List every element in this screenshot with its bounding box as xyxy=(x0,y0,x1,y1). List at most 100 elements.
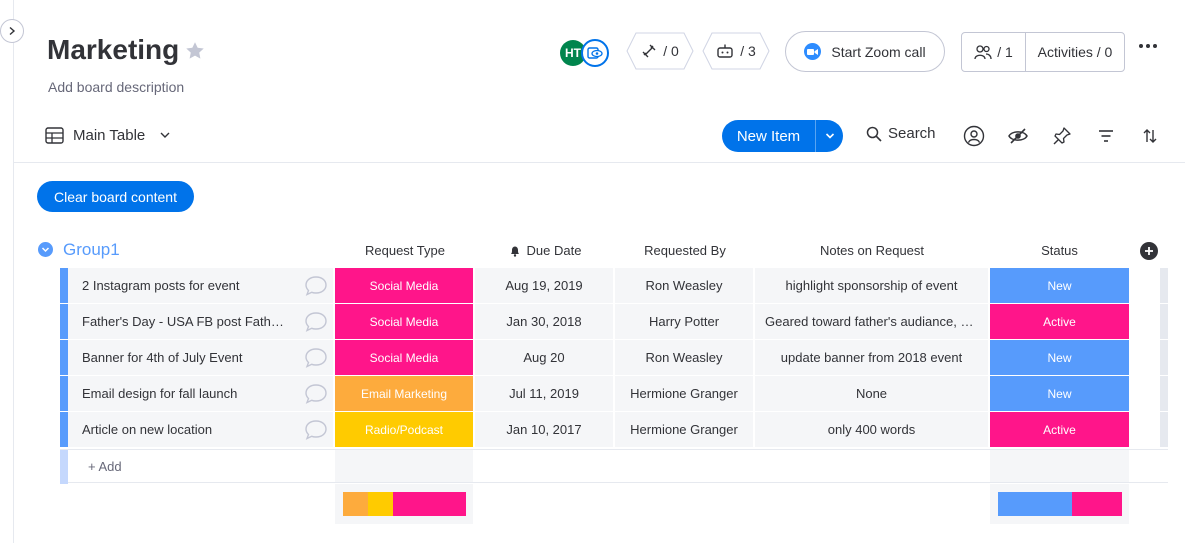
activities-button[interactable]: Activities / 0 xyxy=(1026,44,1124,60)
status-label[interactable]: Active xyxy=(990,412,1129,447)
table-row[interactable]: Banner for 4th of July Event Social Medi… xyxy=(60,340,1168,375)
board-description[interactable]: Add board description xyxy=(48,79,184,95)
chat-bubble-icon[interactable] xyxy=(304,347,328,369)
sort-icon[interactable] xyxy=(1139,125,1161,147)
due-date-cell[interactable]: Aug 19, 2019 xyxy=(475,268,613,303)
eye-icon xyxy=(587,47,603,59)
item-name-cell[interactable]: Email design for fall launch xyxy=(68,376,333,411)
summary-segment xyxy=(368,492,393,516)
table-icon xyxy=(45,126,64,144)
notes-cell[interactable]: None xyxy=(755,376,988,411)
automations-button[interactable]: / 3 xyxy=(702,32,770,70)
integrations-count: / 0 xyxy=(663,43,679,59)
group-collapse-toggle[interactable] xyxy=(38,242,53,257)
notes-cell[interactable]: highlight sponsorship of event xyxy=(755,268,988,303)
requested-by-cell[interactable]: Ron Weasley xyxy=(615,268,753,303)
filter-icon[interactable] xyxy=(1095,125,1117,147)
item-name: Email design for fall launch xyxy=(82,386,238,401)
table-row[interactable]: Email design for fall launch Email Marke… xyxy=(60,376,1168,411)
row-end-cap xyxy=(1160,340,1168,375)
item-name-cell[interactable]: 2 Instagram posts for event xyxy=(68,268,333,303)
column-header-notes[interactable]: Notes on Request xyxy=(756,243,988,258)
request-type-label[interactable]: Email Marketing xyxy=(335,376,473,411)
status-label[interactable]: New xyxy=(990,376,1129,411)
status-label[interactable]: New xyxy=(990,340,1129,375)
due-date-cell[interactable]: Jul 11, 2019 xyxy=(475,376,613,411)
person-filter-icon[interactable] xyxy=(963,125,985,147)
table-row[interactable]: 2 Instagram posts for event Social Media… xyxy=(60,268,1168,303)
due-date-cell[interactable]: Aug 20 xyxy=(475,340,613,375)
request-type-label[interactable]: Social Media xyxy=(335,268,473,303)
add-row-shade xyxy=(990,450,1129,482)
new-item-label: New Item xyxy=(736,127,801,145)
hide-columns-eye-icon[interactable] xyxy=(1007,125,1029,147)
bell-icon xyxy=(510,246,519,257)
requested-by-cell[interactable]: Harry Potter xyxy=(615,304,753,339)
requested-by-cell[interactable]: Ron Weasley xyxy=(615,340,753,375)
chat-bubble-icon[interactable] xyxy=(304,383,328,405)
members-button[interactable]: / 1 xyxy=(962,33,1026,71)
column-header-due-date[interactable]: Due Date xyxy=(476,243,614,258)
favorite-star-icon[interactable] xyxy=(184,40,206,67)
group-color-bar xyxy=(60,412,68,447)
new-item-dropdown[interactable] xyxy=(815,120,843,152)
item-name: Banner for 4th of July Event xyxy=(82,350,243,365)
clear-board-content-button[interactable]: Clear board content xyxy=(37,181,194,212)
view-selector[interactable]: Main Table xyxy=(45,123,172,147)
integrations-button[interactable]: / 0 xyxy=(626,32,694,70)
request-type-label[interactable]: Radio/Podcast xyxy=(335,412,473,447)
requested-by-cell[interactable]: Hermione Granger xyxy=(615,412,753,447)
column-header-status[interactable]: Status xyxy=(990,243,1129,258)
item-name-cell[interactable]: Father's Day - USA FB post Father's Day xyxy=(68,304,333,339)
chevron-right-icon xyxy=(9,26,16,36)
search-label: Search xyxy=(888,125,936,142)
item-name-cell[interactable]: Banner for 4th of July Event xyxy=(68,340,333,375)
table-row[interactable]: Article on new location Radio/Podcast Ja… xyxy=(60,412,1168,447)
board-title[interactable]: Marketing xyxy=(47,34,179,66)
request-type-summary-bar[interactable] xyxy=(343,492,466,516)
integrations-plug-icon xyxy=(642,44,656,58)
chevron-down-icon xyxy=(825,133,834,139)
due-date-label: Due Date xyxy=(526,243,582,258)
summary-segment xyxy=(343,492,368,516)
row-end-cap xyxy=(1160,304,1168,339)
column-header-requested-by[interactable]: Requested By xyxy=(616,243,754,258)
robot-icon xyxy=(717,44,733,58)
due-date-cell[interactable]: Jan 30, 2018 xyxy=(475,304,613,339)
requested-by-cell[interactable]: Hermione Granger xyxy=(615,376,753,411)
notes-cell[interactable]: update banner from 2018 event xyxy=(755,340,988,375)
new-item-button[interactable]: New Item xyxy=(722,120,843,152)
add-item-row[interactable]: + Add xyxy=(60,449,1168,484)
add-column-button[interactable] xyxy=(1140,242,1158,260)
due-date-cell[interactable]: Jan 10, 2017 xyxy=(475,412,613,447)
request-type-label[interactable]: Social Media xyxy=(335,340,473,375)
column-header-request-type[interactable]: Request Type xyxy=(336,243,474,258)
request-type-label[interactable]: Social Media xyxy=(335,304,473,339)
chevron-down-icon xyxy=(41,247,50,253)
group-color-bar xyxy=(60,268,68,303)
subscriber-eye-avatar[interactable] xyxy=(581,39,609,67)
table-row[interactable]: Father's Day - USA FB post Father's Day … xyxy=(60,304,1168,339)
chat-bubble-icon[interactable] xyxy=(304,419,328,441)
row-end-cap xyxy=(1160,268,1168,303)
notes-text: only 400 words xyxy=(827,422,916,437)
notes-cell[interactable]: Geared toward father's audiance, use xyxy=(755,304,988,339)
status-label[interactable]: New xyxy=(990,268,1129,303)
group-color-bar xyxy=(60,340,68,375)
status-summary-bar[interactable] xyxy=(998,492,1122,516)
more-options-icon[interactable] xyxy=(1139,44,1157,48)
members-icon xyxy=(974,45,992,60)
item-name: Article on new location xyxy=(82,422,213,437)
search-icon xyxy=(866,126,882,142)
status-label[interactable]: Active xyxy=(990,304,1129,339)
row-end-cap xyxy=(1160,376,1168,411)
expand-sidebar-button[interactable] xyxy=(0,19,24,43)
pin-icon[interactable] xyxy=(1051,125,1073,147)
search-button[interactable]: Search xyxy=(866,125,936,142)
group-title[interactable]: Group1 xyxy=(63,240,120,260)
start-zoom-call-button[interactable]: Start Zoom call xyxy=(785,31,945,72)
item-name-cell[interactable]: Article on new location xyxy=(68,412,333,447)
chat-bubble-icon[interactable] xyxy=(304,275,328,297)
notes-cell[interactable]: only 400 words xyxy=(755,412,988,447)
chat-bubble-icon[interactable] xyxy=(304,311,328,333)
